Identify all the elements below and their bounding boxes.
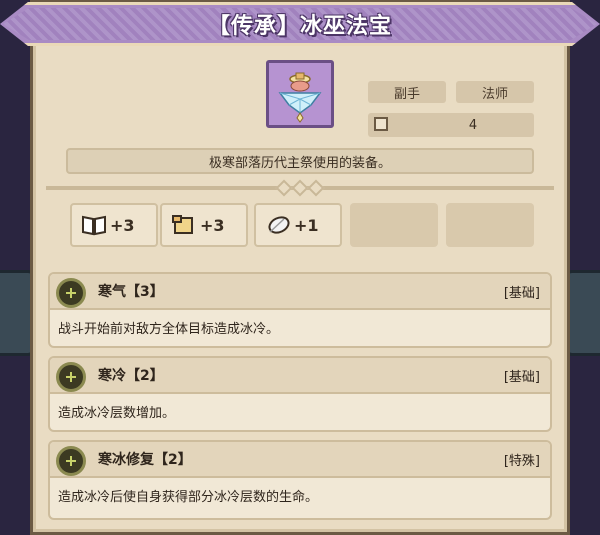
skill-card-1[interactable]: 寒气【3】 [基础] 战斗开始前对敌方全体目标造成冰冷。 — [48, 272, 552, 348]
skill-header: 寒冷【2】 [基础] — [50, 358, 550, 394]
item-stat-row: 4 — [368, 113, 534, 137]
skill-description: 战斗开始前对敌方全体目标造成冰冷。 — [58, 322, 280, 337]
tag-slot-type: 副手 — [368, 81, 446, 103]
skill-description: 造成冰冷后使自身获得部分冰冷层数的生命。 — [58, 490, 319, 505]
divider-ornament — [270, 179, 330, 197]
title-banner: 【传承】冰巫法宝 — [0, 2, 600, 46]
skill-type: [基础] — [503, 285, 540, 301]
bonus-value: +1 — [294, 215, 319, 235]
bonus-value: +3 — [110, 215, 135, 235]
item-description: 极寒部落历代主祭使用的装备。 — [66, 148, 534, 174]
item-icon-frame — [266, 60, 334, 128]
skill-name: 寒冰修复【2】 — [98, 452, 192, 468]
skill-rune-icon — [56, 278, 86, 308]
skill-name: 寒气【3】 — [98, 284, 164, 300]
bonus-slot-2[interactable]: +3 — [160, 203, 248, 247]
tag-class: 法师 — [456, 81, 534, 103]
stat-value: 4 — [468, 117, 478, 133]
feather-icon — [268, 216, 290, 234]
skill-card-3[interactable]: 寒冰修复【2】 [特殊] 造成冰冷后使自身获得部分冰冷层数的生命。 — [48, 440, 552, 520]
bonus-value: +3 — [200, 215, 225, 235]
skill-header: 寒气【3】 [基础] — [50, 274, 550, 310]
book-icon — [82, 215, 106, 236]
skill-card-2[interactable]: 寒冷【2】 [基础] 造成冰冷层数增加。 — [48, 356, 552, 432]
skill-rune-icon — [56, 362, 86, 392]
skill-header: 寒冰修复【2】 [特殊] — [50, 442, 550, 478]
item-title: 【传承】冰巫法宝 — [207, 14, 392, 39]
skill-rune-icon — [56, 446, 86, 476]
skill-description: 造成冰冷层数增加。 — [58, 406, 176, 421]
scroll-icon — [172, 215, 193, 234]
skill-type: [特殊] — [503, 453, 540, 469]
bonus-slot-empty-2 — [446, 203, 534, 247]
bonus-slot-empty-1 — [350, 203, 438, 247]
stat-icon — [374, 117, 388, 131]
ice-gourd-icon — [278, 72, 322, 123]
bonus-slot-1[interactable]: +3 — [70, 203, 158, 247]
skill-name: 寒冷【2】 — [98, 368, 164, 384]
bonus-slot-3[interactable]: +1 — [254, 203, 342, 247]
skill-type: [基础] — [503, 369, 540, 385]
